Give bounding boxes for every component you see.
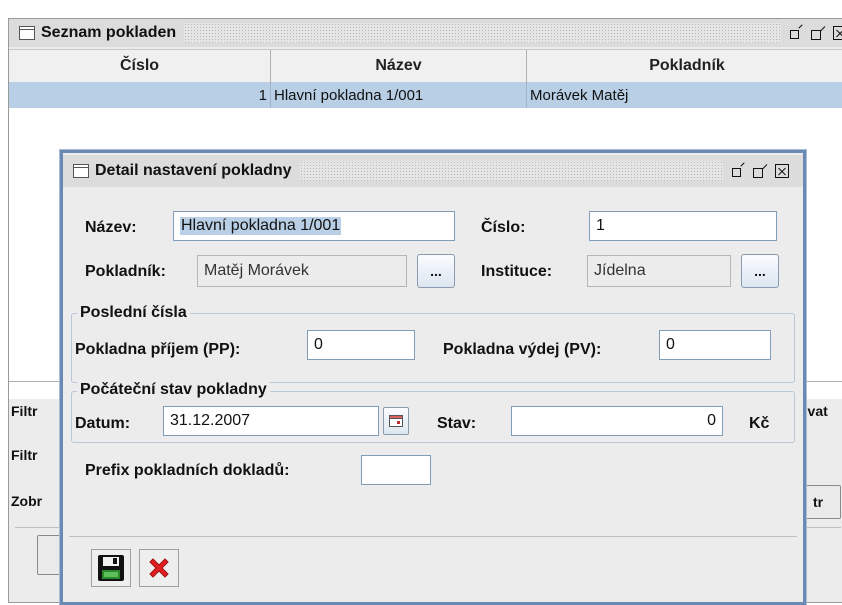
cislo-input[interactable]: 1 — [589, 211, 777, 241]
vydej-label: Pokladna výdej (PV): — [443, 341, 602, 358]
prefix-label: Prefix pokladních dokladů: — [85, 462, 290, 479]
table-header: Číslo Název Pokladník — [9, 49, 842, 83]
calendar-button[interactable] — [383, 407, 409, 435]
column-header-nazev[interactable]: Název — [271, 50, 527, 82]
nazev-value: Hlavní pokladna 1/001 — [180, 217, 342, 235]
dialog-title: Detail nastavení pokladny — [95, 162, 300, 180]
instituce-browse-button[interactable]: ... — [741, 254, 779, 288]
cell-cislo: 1 — [9, 82, 271, 108]
instituce-field: Jídelna — [587, 255, 731, 287]
cell-nazev: Hlavní pokladna 1/001 — [271, 82, 527, 108]
display-label: Zobr — [11, 493, 43, 509]
stav-label: Stav: — [437, 415, 477, 432]
maximize-icon[interactable] — [753, 164, 767, 178]
dialog-toolbar — [69, 536, 797, 599]
cislo-label: Číslo: — [481, 219, 526, 236]
stav-input[interactable]: 0 — [511, 406, 723, 436]
minimize-icon[interactable] — [731, 164, 745, 178]
column-header-cislo[interactable]: Číslo — [9, 50, 271, 82]
red-x-icon — [149, 558, 169, 578]
dialog-titlebar[interactable]: Detail nastavení pokladny — [63, 155, 803, 187]
save-button[interactable] — [91, 549, 131, 587]
datum-label: Datum: — [75, 415, 131, 432]
pocatecni-stav-title: Počáteční stav pokladny — [77, 381, 270, 399]
nazev-label: Název: — [85, 219, 137, 236]
posledni-cisla-title: Poslední čísla — [77, 304, 190, 322]
prijem-label: Pokladna příjem (PP): — [75, 341, 241, 358]
maximize-icon[interactable] — [811, 26, 825, 40]
pokladnik-label: Pokladník: — [85, 263, 166, 280]
calendar-icon — [389, 415, 403, 427]
filter-label-2: Filtr — [11, 447, 38, 463]
window-icon — [19, 26, 35, 40]
pokladnik-field: Matěj Morávek — [197, 255, 407, 287]
pokladna-detail-dialog: Detail nastavení pokladny Název: Hlavní … — [60, 150, 806, 605]
minimize-icon[interactable] — [789, 26, 803, 40]
instituce-label: Instituce: — [481, 263, 553, 280]
prefix-input[interactable] — [361, 455, 431, 485]
table-row[interactable]: 1 Hlavní pokladna 1/001 Morávek Matěj — [9, 82, 842, 108]
currency-label: Kč — [749, 415, 770, 432]
prijem-input[interactable]: 0 — [307, 330, 415, 360]
datum-input[interactable]: 31.12.2007 — [163, 406, 379, 436]
pokladnik-browse-button[interactable]: ... — [417, 254, 455, 288]
titlebar-grip — [184, 23, 781, 43]
close-icon[interactable] — [833, 26, 842, 40]
titlebar-grip — [299, 161, 723, 181]
floppy-disk-icon — [98, 555, 124, 581]
filter-label-1: Filtr — [11, 403, 38, 419]
window-icon — [73, 164, 89, 178]
column-header-pokladnik[interactable]: Pokladník — [527, 50, 842, 82]
close-icon[interactable] — [775, 164, 789, 178]
list-window-title: Seznam pokladen — [41, 24, 185, 42]
cancel-button[interactable] — [139, 549, 179, 587]
cell-pokladnik: Morávek Matěj — [530, 86, 629, 104]
vydej-input[interactable]: 0 — [659, 330, 771, 360]
nazev-input[interactable]: Hlavní pokladna 1/001 — [173, 211, 455, 241]
list-titlebar[interactable]: Seznam pokladen — [9, 19, 842, 47]
